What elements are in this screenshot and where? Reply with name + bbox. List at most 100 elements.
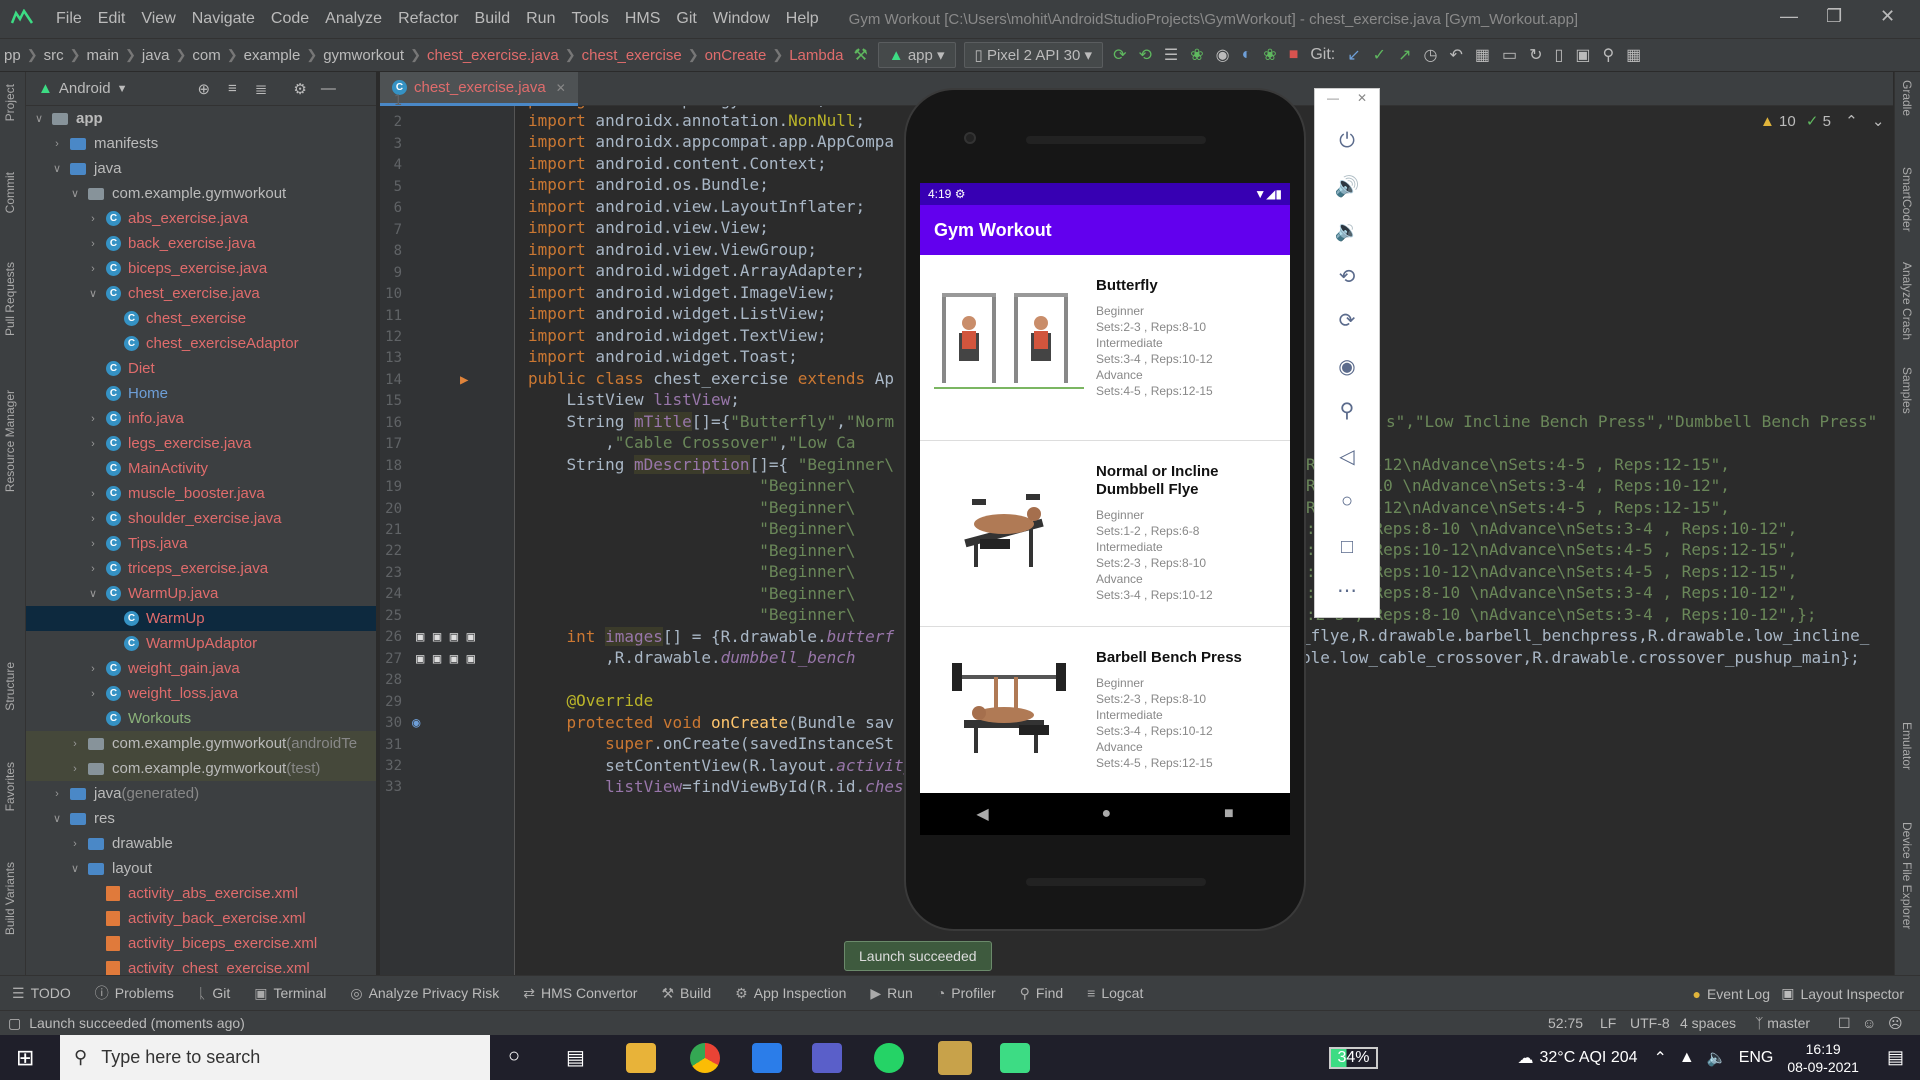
chevron-right-icon[interactable]: › <box>86 413 100 425</box>
tab-emulator[interactable]: Emulator <box>1900 722 1914 770</box>
chevron-right-icon[interactable]: › <box>50 138 64 150</box>
menu-analyze[interactable]: Analyze <box>317 10 390 28</box>
tab-structure[interactable]: Structure <box>3 662 17 711</box>
tree-item[interactable]: ∨ java <box>26 156 376 181</box>
chevron-down-icon[interactable]: ∨ <box>68 187 82 200</box>
hammer-icon[interactable]: ⚒ <box>847 45 873 65</box>
git-update-icon[interactable]: ↙ <box>1341 45 1366 65</box>
chevron-down-icon[interactable]: ∨ <box>86 287 100 300</box>
tree-item[interactable]: › Cmuscle_booster.java <box>26 481 376 506</box>
chevron-right-icon[interactable]: › <box>68 763 82 775</box>
tree-item[interactable]: › manifests <box>26 131 376 156</box>
recents-icon[interactable]: ■ <box>1224 805 1234 823</box>
tree-item[interactable]: activity_biceps_exercise.xml <box>26 931 376 956</box>
device-dropdown[interactable]: ▯ Pixel 2 API 30 ▾ <box>963 42 1104 68</box>
tree-item[interactable]: ∨ Cchest_exercise.java <box>26 281 376 306</box>
chevron-down-icon[interactable]: ∨ <box>68 862 82 875</box>
indent-setting[interactable]: 4 spaces <box>1680 1015 1736 1031</box>
more-icon[interactable]: ⋯ <box>1333 577 1361 605</box>
overview-icon[interactable]: □ <box>1333 533 1361 561</box>
exercise-card[interactable]: Normal or Incline Dumbbell Flye Beginner … <box>920 441 1290 627</box>
weather-text[interactable]: 32°C AQI 204 <box>1540 1049 1638 1067</box>
battery-indicator[interactable]: 34% <box>1329 1046 1378 1069</box>
notification-center-icon[interactable]: ▤ <box>1887 1047 1904 1068</box>
tab-build-variants[interactable]: Build Variants <box>3 862 17 935</box>
layout-inspector-button[interactable]: ▣ Layout Inspector <box>1781 976 1904 1011</box>
chevron-down-icon[interactable]: ▼ <box>117 83 128 95</box>
sdk-manager-icon[interactable]: ▣ <box>1569 45 1596 65</box>
tree-item[interactable]: ∨ layout <box>26 856 376 881</box>
chevron-right-icon[interactable]: › <box>86 688 100 700</box>
chevron-down-icon[interactable]: ⌄ <box>1872 113 1885 130</box>
task-view-icon[interactable]: ▤ <box>566 1045 585 1070</box>
tree-item[interactable]: C Diet <box>26 356 376 381</box>
project-view-selector[interactable]: Android <box>59 80 111 97</box>
chevron-down-icon[interactable]: ∨ <box>50 162 64 175</box>
branch-widget[interactable]: ᛉ master <box>1755 1015 1810 1031</box>
menu-tools[interactable]: Tools <box>563 10 616 28</box>
tab-gradle[interactable]: Gradle <box>1900 80 1914 116</box>
windows-start-icon[interactable]: ⊞ <box>16 1045 34 1071</box>
settings-icon[interactable]: ▦ <box>1620 45 1647 65</box>
locate-icon[interactable]: ⊕ <box>197 80 210 98</box>
cortana-icon[interactable]: ○ <box>508 1045 520 1068</box>
volume-down-icon[interactable]: 🔉 <box>1333 217 1361 245</box>
breadcrumb-item[interactable]: Lambda <box>785 47 847 64</box>
tree-item[interactable]: › Cweight_gain.java <box>26 656 376 681</box>
tree-item[interactable]: C Workouts <box>26 706 376 731</box>
volume-up-icon[interactable]: 🔊 <box>1333 173 1361 201</box>
profile-icon[interactable]: ◐ <box>1236 46 1258 64</box>
tab-pull-requests[interactable]: Pull Requests <box>3 262 17 336</box>
chevron-right-icon[interactable]: › <box>68 738 82 750</box>
chevron-right-icon[interactable]: › <box>86 263 100 275</box>
chevron-down-icon[interactable]: ∨ <box>86 587 100 600</box>
tree-item[interactable]: › Cinfo.java <box>26 406 376 431</box>
language-indicator[interactable]: ENG <box>1739 1049 1774 1067</box>
tree-item[interactable]: › com.example.gymworkout (test) <box>26 756 376 781</box>
attach-icon[interactable]: ◉ <box>1210 45 1236 65</box>
tray-chevron-icon[interactable]: ⌃ <box>1654 1048 1667 1068</box>
tree-item[interactable]: ∨ app <box>26 106 376 131</box>
tree-item[interactable]: › drawable <box>26 831 376 856</box>
tab-favorites[interactable]: Favorites <box>3 762 17 811</box>
tool-run[interactable]: ▶ Run <box>858 985 924 1002</box>
maximize-button[interactable]: ❐ <box>1826 6 1842 27</box>
apply-code-changes-icon[interactable]: ⟲ <box>1132 45 1157 65</box>
chevron-down-icon[interactable]: ∨ <box>50 812 64 825</box>
git-push-icon[interactable]: ↗ <box>1392 45 1417 65</box>
tree-item[interactable]: C WarmUpAdaptor <box>26 631 376 656</box>
menu-hms[interactable]: HMS <box>617 10 669 28</box>
project-structure-icon[interactable]: ▦ <box>1469 45 1496 65</box>
chevron-down-icon[interactable]: ∨ <box>32 112 46 125</box>
chevron-right-icon[interactable]: › <box>86 563 100 575</box>
menu-build[interactable]: Build <box>467 10 519 28</box>
chevron-right-icon[interactable]: › <box>86 538 100 550</box>
back-icon[interactable]: ◁ <box>1333 443 1361 471</box>
tree-item[interactable]: Cchest_exerciseAdaptor <box>26 331 376 356</box>
breadcrumb-item[interactable]: chest_exercise <box>578 47 686 64</box>
breadcrumb-item[interactable]: main <box>83 47 124 64</box>
git-commit-icon[interactable]: ✓ <box>1367 45 1392 65</box>
menu-file[interactable]: File <box>48 10 90 28</box>
tool-build[interactable]: ⚒ Build <box>649 985 723 1002</box>
tree-item[interactable]: C Home <box>26 381 376 406</box>
word-icon[interactable] <box>938 1041 972 1075</box>
chevron-up-icon[interactable]: ⌃ <box>1845 113 1858 130</box>
chevron-right-icon[interactable]: › <box>86 213 100 225</box>
volume-icon[interactable]: 🔈 <box>1707 1048 1727 1068</box>
tree-item[interactable]: › C Tips.java <box>26 531 376 556</box>
chevron-right-icon[interactable]: › <box>86 663 100 675</box>
tree-item[interactable]: › Clegs_exercise.java <box>26 431 376 456</box>
teams-icon[interactable] <box>812 1043 842 1073</box>
tree-item[interactable]: › Cweight_loss.java <box>26 681 376 706</box>
collapse-all-icon[interactable]: ≣ <box>255 80 268 98</box>
tree-item[interactable]: activity_abs_exercise.xml <box>26 881 376 906</box>
chevron-right-icon[interactable]: › <box>86 488 100 500</box>
search-icon[interactable]: ⚲ <box>1596 45 1620 65</box>
coverage-icon[interactable]: ☰ <box>1158 45 1184 65</box>
tab-device-file-explorer[interactable]: Device File Explorer <box>1900 822 1914 929</box>
tree-item[interactable]: › Ctriceps_exercise.java <box>26 556 376 581</box>
apply-changes-icon[interactable]: ⟳ <box>1107 45 1132 65</box>
clock[interactable]: 16:19 08-09-2021 <box>1787 1040 1859 1076</box>
expand-all-icon[interactable]: ≡ <box>228 80 237 97</box>
